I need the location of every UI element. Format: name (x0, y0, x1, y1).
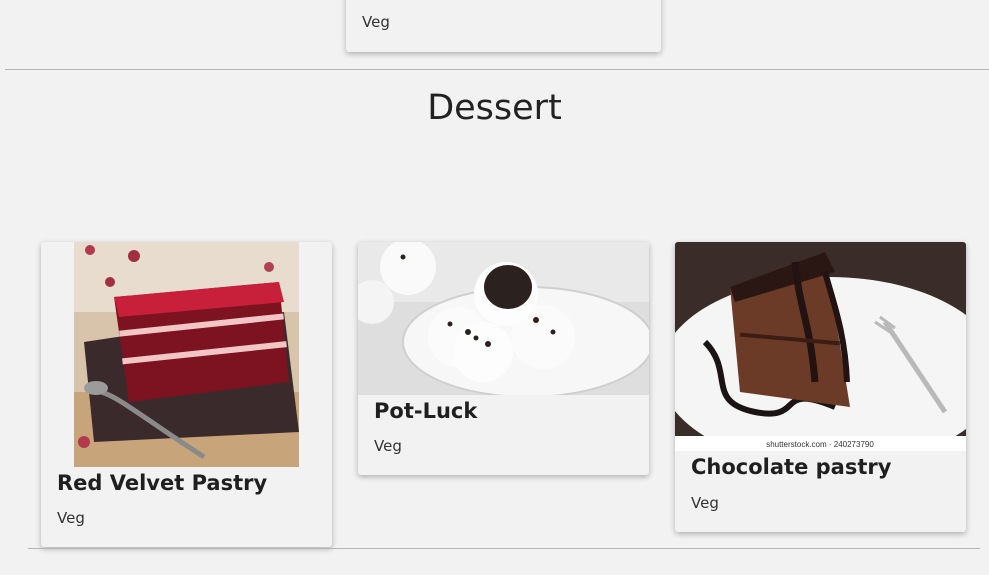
menu-card-pot-luck[interactable]: Pot-Luck Veg (358, 242, 649, 475)
menu-card-red-velvet[interactable]: Red Velvet Pastry Veg (41, 242, 332, 547)
watermark-text: shutterstock.com · 240273790 (766, 440, 874, 449)
red-velvet-pastry-image (74, 242, 299, 467)
card-veg-tag: Veg (691, 494, 719, 512)
section-divider-bottom (28, 548, 980, 549)
section-title: Dessert (427, 88, 562, 128)
card-title: Chocolate pastry (691, 455, 892, 479)
card-veg-tag: Veg (374, 437, 402, 455)
pot-luck-image (358, 242, 649, 395)
card-title: Pot-Luck (374, 399, 478, 423)
card-title: Red Velvet Pastry (57, 471, 268, 495)
card-veg-tag: Veg (57, 509, 85, 527)
previous-section-card[interactable]: Veg (346, 0, 661, 52)
card-veg-tag: Veg (362, 13, 390, 31)
section-divider-top (5, 69, 989, 70)
chocolate-pastry-image: shutterstock.com · 240273790 (675, 242, 966, 451)
menu-card-chocolate-pastry[interactable]: shutterstock.com · 240273790 Chocolate p… (675, 242, 966, 532)
